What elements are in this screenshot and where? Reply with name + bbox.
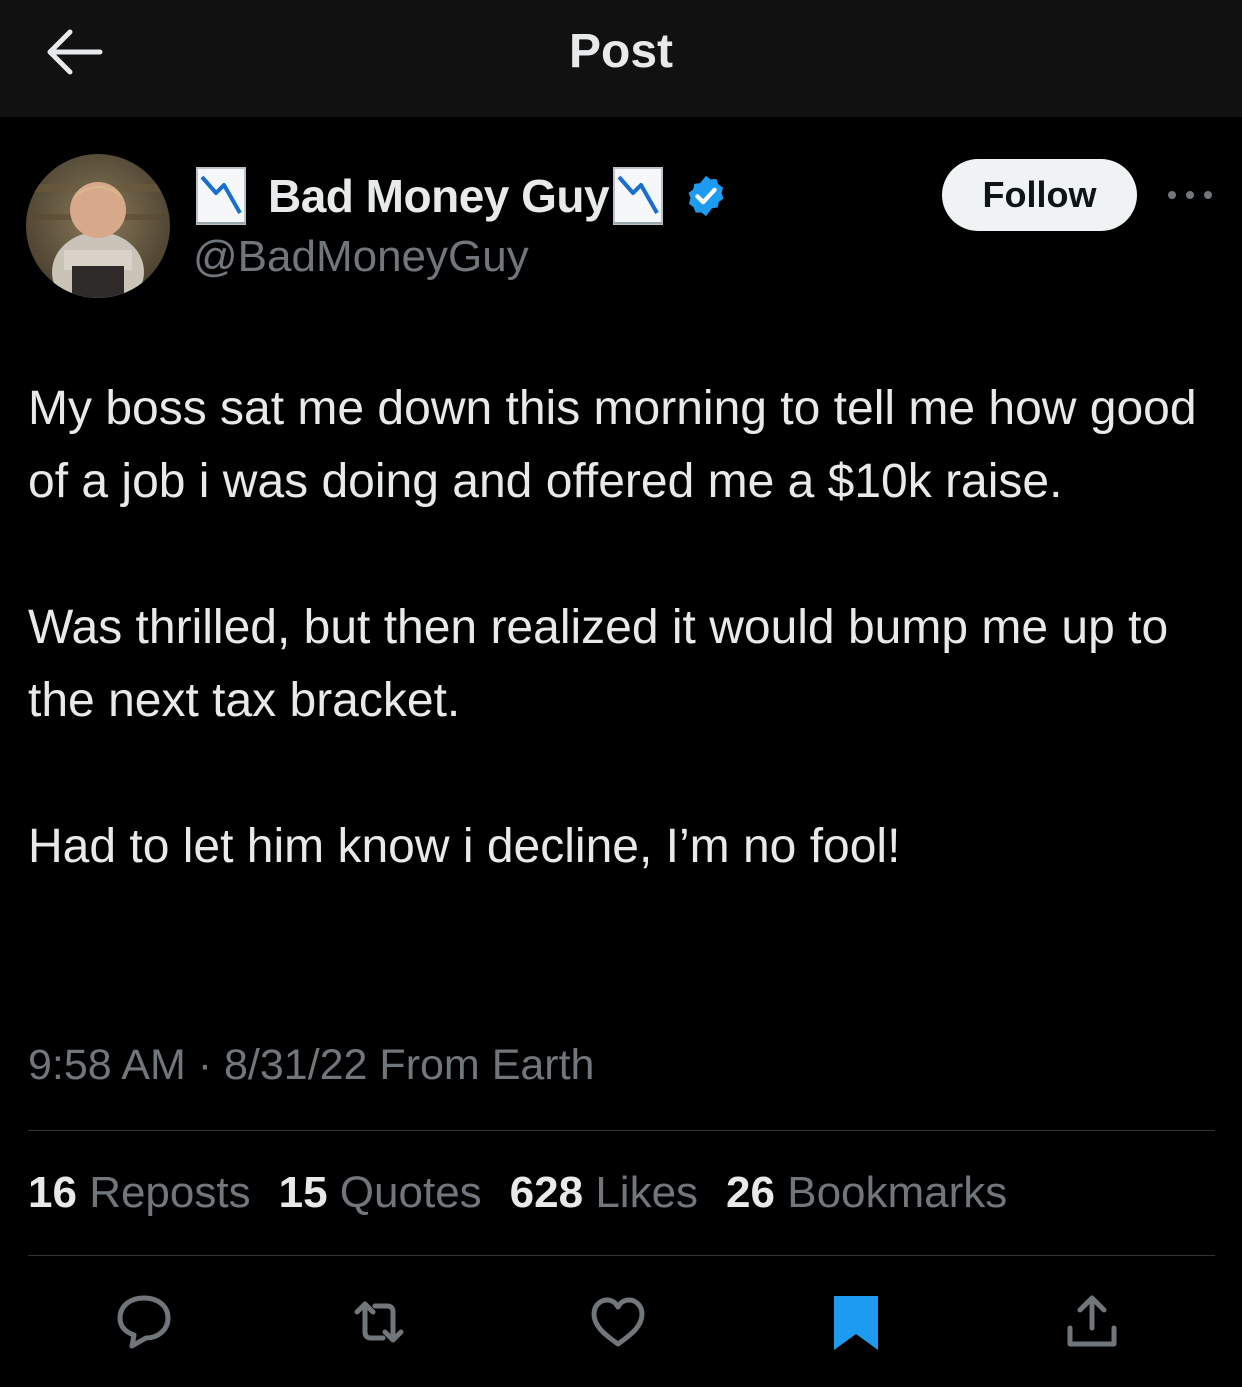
bookmark-icon	[834, 1296, 878, 1350]
meta-separator: ·	[197, 1041, 213, 1089]
page-title: Post	[568, 25, 673, 78]
more-dots-icon	[1168, 191, 1212, 199]
like-button[interactable]	[584, 1288, 652, 1356]
post-source: From Earth	[379, 1041, 595, 1089]
like-icon	[591, 1297, 645, 1347]
post-paragraph: My boss sat me down this morning to tell…	[28, 382, 1197, 508]
post-metadata: 9:58 AM · 8/31/22 From Earth	[28, 1038, 594, 1092]
author-name-row[interactable]: Bad Money Guy	[196, 166, 729, 226]
engagement-stats: 16 Reposts 15 Quotes 628 Likes 26 Bookma…	[28, 1164, 1035, 1222]
top-bar: Post	[0, 0, 1242, 117]
follow-button[interactable]: Follow	[942, 159, 1137, 231]
reply-button[interactable]	[110, 1288, 178, 1356]
stat-reposts[interactable]: 16 Reposts	[28, 1164, 251, 1222]
bookmark-button[interactable]	[822, 1288, 890, 1356]
author-handle[interactable]: @BadMoneyGuy	[193, 230, 529, 284]
reply-icon	[117, 1295, 171, 1349]
verified-badge-icon	[688, 175, 724, 217]
share-button[interactable]	[1058, 1288, 1126, 1356]
display-name: Bad Money Guy	[268, 170, 610, 222]
avatar[interactable]	[26, 154, 170, 298]
post-paragraph: Had to let him know i decline, I’m no fo…	[28, 820, 901, 873]
post-paragraph: Was thrilled, but then realized it would…	[28, 601, 1169, 727]
post-date: 8/31/22	[224, 1041, 368, 1089]
post-time: 9:58 AM	[28, 1041, 186, 1089]
stat-quotes[interactable]: 15 Quotes	[279, 1164, 482, 1222]
stat-bookmarks[interactable]: 26 Bookmarks	[726, 1164, 1007, 1222]
chart-decreasing-icon	[196, 167, 246, 225]
post-text: My boss sat me down this morning to tell…	[28, 372, 1228, 883]
chart-decreasing-icon	[613, 167, 664, 225]
repost-icon	[354, 1301, 404, 1343]
divider	[28, 1130, 1215, 1131]
more-options-button[interactable]	[1162, 178, 1218, 212]
divider	[28, 1255, 1215, 1256]
share-icon	[1067, 1295, 1117, 1347]
stat-likes[interactable]: 628 Likes	[510, 1164, 698, 1222]
repost-button[interactable]	[345, 1288, 413, 1356]
